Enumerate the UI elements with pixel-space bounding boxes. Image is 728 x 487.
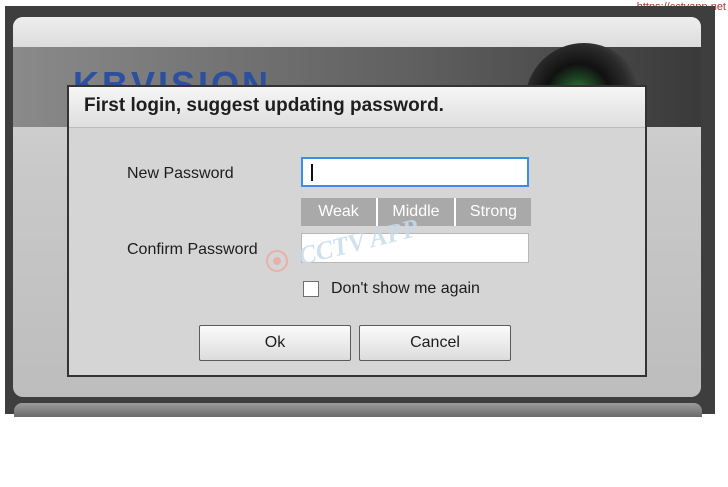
dont-show-label[interactable]: Don't show me again (331, 280, 480, 298)
strength-weak: Weak (301, 198, 378, 226)
new-password-label: New Password (127, 165, 234, 182)
dialog-header: First login, suggest updating password. (69, 87, 645, 128)
new-password-input[interactable] (301, 157, 529, 187)
dont-show-checkbox[interactable] (303, 281, 319, 297)
brand-logo: KBVISION (73, 65, 272, 87)
strength-middle: Middle (378, 198, 456, 226)
confirm-password-input[interactable] (301, 233, 529, 263)
confirm-password-label: Confirm Password (127, 241, 258, 258)
lower-panel (14, 403, 702, 417)
watermark-camera-icon (266, 250, 288, 272)
ok-button[interactable]: Ok (199, 325, 351, 361)
cancel-button[interactable]: Cancel (359, 325, 511, 361)
password-strength-meter: Weak Middle Strong (301, 198, 531, 226)
dialog-title: First login, suggest updating password. (84, 95, 444, 116)
panel-top-strip (13, 17, 701, 47)
first-login-dialog: First login, suggest updating password. … (67, 85, 647, 377)
text-caret (311, 164, 313, 181)
strength-strong: Strong (456, 198, 531, 226)
